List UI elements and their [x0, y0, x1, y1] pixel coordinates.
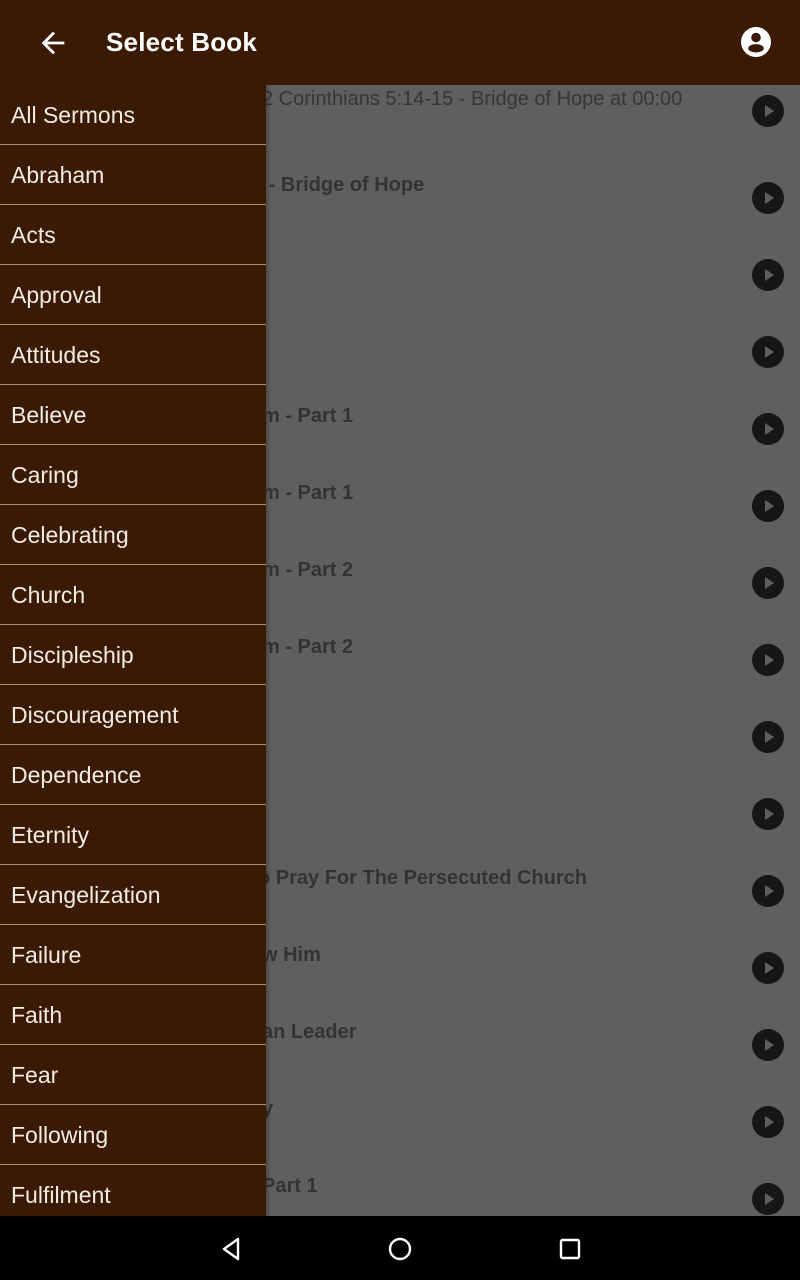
nav-back-icon[interactable] — [216, 1234, 246, 1264]
drawer-item-attitudes[interactable]: Attitudes — [0, 325, 266, 385]
nav-home-icon[interactable] — [385, 1234, 415, 1264]
drawer-item-label: Abraham — [11, 162, 105, 188]
play-icon[interactable] — [752, 875, 784, 907]
sermon-title: m - Part 2 — [262, 636, 354, 658]
drawer-item-caring[interactable]: Caring — [0, 445, 266, 505]
drawer-item-acts[interactable]: Acts — [0, 205, 266, 265]
drawer-item-label: Failure — [11, 942, 82, 968]
drawer-item-celebrating[interactable]: Celebrating — [0, 505, 266, 565]
drawer-item-label: Church — [11, 582, 86, 608]
drawer-item-label: All Sermons — [11, 102, 135, 128]
drawer-item-label: Fulfilment — [11, 1182, 111, 1208]
drawer-item-evangelization[interactable]: Evangelization — [0, 865, 266, 925]
system-navigation-bar — [0, 1216, 800, 1280]
sermon-title: Part 1 — [262, 1175, 318, 1197]
nav-recents-icon[interactable] — [555, 1234, 585, 1264]
drawer-item-fulfilment[interactable]: Fulfilment — [0, 1165, 266, 1216]
drawer-item-abraham[interactable]: Abraham — [0, 145, 266, 205]
drawer-item-discouragement[interactable]: Discouragement — [0, 685, 266, 745]
drawer-item-label: Fear — [11, 1062, 59, 1088]
sermon-title: m - Part 1 — [262, 482, 354, 504]
sermon-title: o Pray For The Persecuted Church — [258, 867, 587, 889]
sermon-title: 5 - Bridge of Hope — [252, 174, 425, 196]
drawer-item-fear[interactable]: Fear — [0, 1045, 266, 1105]
sermon-title: 2 Corinthians 5:14-15 - Bridge of Hope a… — [262, 88, 683, 110]
play-icon[interactable] — [752, 413, 784, 445]
drawer-item-label: Caring — [11, 462, 79, 488]
drawer-item-approval[interactable]: Approval — [0, 265, 266, 325]
play-icon[interactable] — [752, 721, 784, 753]
drawer-item-discipleship[interactable]: Discipleship — [0, 625, 266, 685]
play-icon[interactable] — [752, 182, 784, 214]
drawer-item-church[interactable]: Church — [0, 565, 266, 625]
play-icon[interactable] — [752, 952, 784, 984]
drawer-item-label: Believe — [11, 402, 87, 428]
play-icon[interactable] — [752, 798, 784, 830]
drawer-item-label: Faith — [11, 1002, 63, 1028]
play-icon[interactable] — [752, 567, 784, 599]
sermon-title: w Him — [262, 944, 321, 966]
sermon-title: m - Part 2 — [262, 559, 354, 581]
drawer-item-label: Following — [11, 1122, 109, 1148]
drawer-item-label: Acts — [11, 222, 56, 248]
play-icon[interactable] — [752, 490, 784, 522]
drawer-item-label: Discouragement — [11, 702, 179, 728]
drawer-item-eternity[interactable]: Eternity — [0, 805, 266, 865]
drawer-item-failure[interactable]: Failure — [0, 925, 266, 985]
drawer-item-faith[interactable]: Faith — [0, 985, 266, 1045]
account-circle-icon[interactable] — [738, 24, 774, 60]
app-bar: Select Book — [0, 0, 800, 85]
drawer-item-label: Evangelization — [11, 882, 161, 908]
play-icon[interactable] — [752, 1106, 784, 1138]
play-icon[interactable] — [752, 95, 784, 127]
drawer-item-all-sermons[interactable]: All Sermons — [0, 85, 266, 145]
play-icon[interactable] — [752, 259, 784, 291]
drawer-item-label: Discipleship — [11, 642, 134, 668]
drawer-item-label: Dependence — [11, 762, 142, 788]
play-icon[interactable] — [752, 336, 784, 368]
drawer-item-label: Approval — [11, 282, 102, 308]
drawer-item-following[interactable]: Following — [0, 1105, 266, 1165]
navigation-drawer: All Sermons Abraham Acts Approval Attitudes B… — [0, 85, 266, 1216]
sermon-title: m - Part 1 — [262, 405, 354, 427]
drawer-item-believe[interactable]: Believe — [0, 385, 266, 445]
page-title: Select Book — [106, 27, 258, 57]
sermon-title: an Leader — [262, 1021, 357, 1043]
drawer-item-label: Eternity — [11, 822, 89, 848]
arrow-back-icon[interactable] — [36, 26, 70, 60]
drawer-item-label: Attitudes — [11, 342, 101, 368]
drawer-item-dependence[interactable]: Dependence — [0, 745, 266, 805]
play-icon[interactable] — [752, 1029, 784, 1061]
play-icon[interactable] — [752, 644, 784, 676]
drawer-item-label: Celebrating — [11, 522, 129, 548]
play-icon[interactable] — [752, 1183, 784, 1215]
